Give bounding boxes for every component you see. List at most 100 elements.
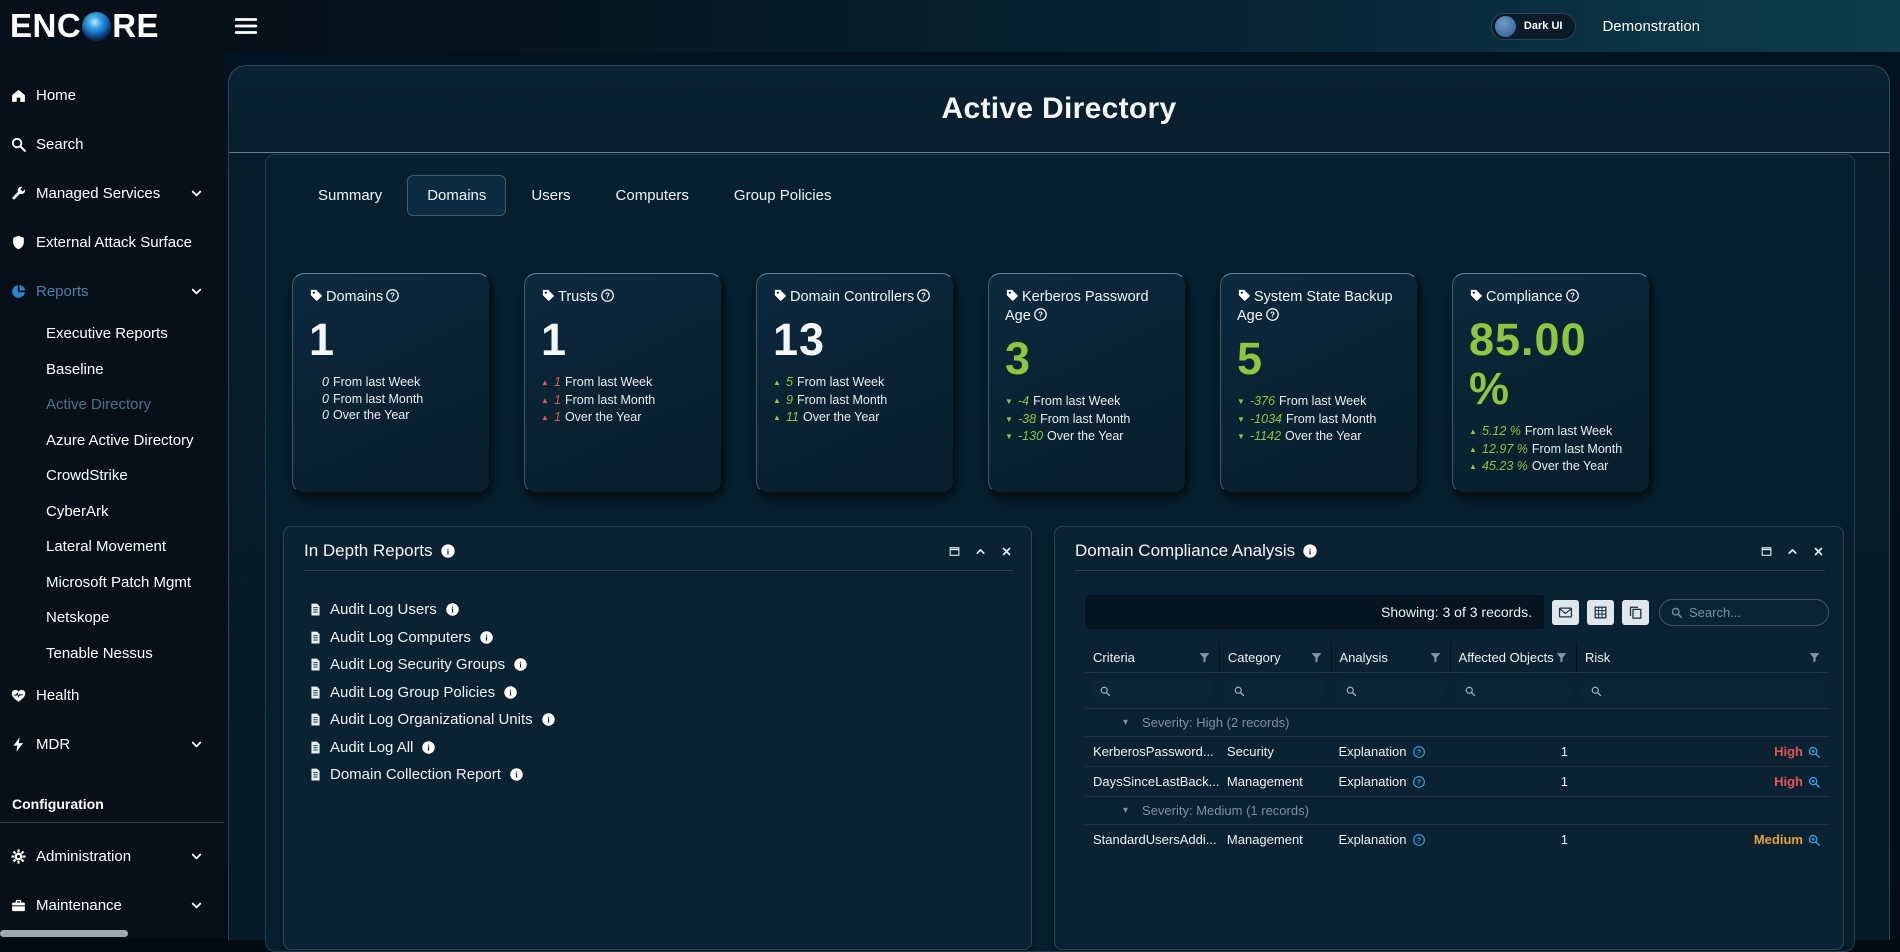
filter-funnel-icon[interactable] (1310, 651, 1323, 664)
menu-icon[interactable] (233, 13, 259, 39)
search-icon (1670, 606, 1683, 619)
copy-button[interactable] (1622, 600, 1649, 625)
tab-users[interactable]: Users (511, 175, 590, 216)
explanation-help-icon[interactable]: ? (1412, 745, 1426, 759)
sidebar-item-label: Home (36, 87, 76, 104)
explanation-help-icon[interactable]: ? (1412, 775, 1426, 789)
report-link-audit-log-organizational-units[interactable]: Audit Log Organizational Units i (308, 706, 1031, 734)
help-circle-icon[interactable]: ? (1565, 288, 1580, 303)
tab-computers[interactable]: Computers (596, 175, 709, 216)
info-icon[interactable]: i (479, 630, 494, 645)
info-icon[interactable]: i (1302, 543, 1318, 559)
sidebar-item-administration[interactable]: Administration (0, 832, 224, 881)
search-input[interactable] (1689, 605, 1818, 620)
zoom-detail-icon[interactable] (1807, 745, 1821, 759)
sidebar-subitem-microsoft-patch-mgmt[interactable]: Microsoft Patch Mgmt (0, 565, 224, 601)
search-icon (1464, 685, 1476, 697)
help-circle-icon[interactable]: ? (385, 288, 400, 303)
column-header-risk[interactable]: Risk (1576, 642, 1829, 672)
column-header-category[interactable]: Category (1219, 642, 1331, 672)
sidebar-item-home[interactable]: Home (0, 71, 224, 120)
help-circle-icon[interactable]: ? (1265, 307, 1280, 322)
tab-group-policies[interactable]: Group Policies (714, 175, 852, 216)
info-icon[interactable]: i (541, 712, 556, 727)
severity-group-row[interactable]: ▾ Severity: High (2 records) (1085, 708, 1829, 736)
column-filter-input[interactable] (1581, 678, 1824, 704)
table-row[interactable]: StandardUsersAddi... Management Explanat… (1085, 824, 1829, 854)
analysis-link[interactable]: Explanation (1339, 832, 1407, 847)
filter-funnel-icon[interactable] (1429, 651, 1442, 664)
report-link-audit-log-group-policies[interactable]: Audit Log Group Policies i (308, 679, 1031, 707)
sidebar-subitem-lateral-movement[interactable]: Lateral Movement (0, 529, 224, 565)
sidebar-subitem-azure-active-directory[interactable]: Azure Active Directory (0, 423, 224, 459)
sidebar-subitem-tenable-nessus[interactable]: Tenable Nessus (0, 636, 224, 672)
close-icon[interactable] (1000, 545, 1013, 558)
logo[interactable]: ENC RE (0, 0, 224, 52)
help-circle-icon[interactable]: ? (600, 288, 615, 303)
info-icon[interactable]: i (440, 543, 456, 559)
info-icon[interactable]: i (503, 685, 518, 700)
sidebar-subitem-executive-reports[interactable]: Executive Reports (0, 316, 224, 352)
analysis-link[interactable]: Explanation (1339, 744, 1407, 759)
column-header-affected-objects[interactable]: Affected Objects (1450, 642, 1576, 672)
filter-funnel-icon[interactable] (1555, 651, 1568, 664)
column-header-analysis[interactable]: Analysis (1331, 642, 1450, 672)
report-link-domain-collection-report[interactable]: Domain Collection Report i (308, 761, 1031, 789)
domain-compliance-panel: Domain Compliance Analysis i (1054, 526, 1844, 950)
tab-domains[interactable]: Domains (407, 175, 506, 216)
document-icon (308, 630, 323, 645)
table-row[interactable]: DaysSinceLastBack... Management Explanat… (1085, 766, 1829, 796)
info-icon[interactable]: i (421, 740, 436, 755)
report-link-audit-log-users[interactable]: Audit Log Users i (308, 596, 1031, 624)
export-button[interactable] (1587, 600, 1614, 625)
sidebar-item-maintenance[interactable]: Maintenance (0, 881, 224, 930)
expand-window-icon[interactable] (1760, 545, 1773, 558)
table-search[interactable] (1659, 599, 1829, 626)
severity-group-row[interactable]: ▾ Severity: Medium (1 records) (1085, 796, 1829, 824)
email-button[interactable] (1552, 600, 1579, 625)
dark-ui-toggle[interactable]: Dark UI (1491, 13, 1577, 40)
sidebar-subitem-active-directory[interactable]: Active Directory (0, 387, 224, 423)
sidebar-item-search[interactable]: Search (0, 120, 224, 169)
sidebar-subitem-baseline[interactable]: Baseline (0, 352, 224, 388)
expand-window-icon[interactable] (948, 545, 961, 558)
help-circle-icon[interactable]: ? (916, 288, 931, 303)
table-row[interactable]: KerberosPassword... Security Explanation… (1085, 736, 1829, 766)
explanation-help-icon[interactable]: ? (1412, 833, 1426, 847)
horizontal-scrollbar-thumb[interactable] (0, 930, 128, 937)
close-icon[interactable] (1812, 545, 1825, 558)
collapse-chevron-icon[interactable] (974, 545, 987, 558)
info-icon[interactable]: i (509, 767, 524, 782)
user-name[interactable]: Demonstration (1602, 18, 1700, 35)
column-filter-input[interactable] (1336, 678, 1445, 704)
filter-funnel-icon[interactable] (1198, 651, 1211, 664)
svg-text:?: ? (1038, 310, 1043, 319)
filter-funnel-icon[interactable] (1808, 651, 1821, 664)
report-link-label: Audit Log Group Policies (330, 684, 495, 701)
column-filter-input[interactable] (1090, 678, 1214, 704)
column-header-criteria[interactable]: Criteria (1085, 642, 1219, 672)
report-link-audit-log-security-groups[interactable]: Audit Log Security Groups i (308, 651, 1031, 679)
column-filter-input[interactable] (1455, 678, 1571, 704)
sidebar-subitem-netskope[interactable]: Netskope (0, 600, 224, 636)
analysis-link[interactable]: Explanation (1339, 774, 1407, 789)
sidebar-item-external-attack-surface[interactable]: External Attack Surface (0, 218, 224, 267)
sidebar-subitem-crowdstrike[interactable]: CrowdStrike (0, 458, 224, 494)
report-link-audit-log-all[interactable]: Audit Log All i (308, 734, 1031, 762)
column-filter-input[interactable] (1224, 678, 1326, 704)
zoom-detail-icon[interactable] (1807, 833, 1821, 847)
sidebar-item-reports[interactable]: Reports (0, 267, 224, 316)
tag-icon (309, 288, 324, 303)
sidebar-item-mdr[interactable]: MDR (0, 720, 224, 769)
collapse-chevron-icon[interactable] (1786, 545, 1799, 558)
sidebar-item-managed-services[interactable]: Managed Services (0, 169, 224, 218)
sidebar-subitem-cyberark[interactable]: CyberArk (0, 494, 224, 530)
tab-summary[interactable]: Summary (298, 175, 402, 216)
info-icon[interactable]: i (445, 602, 460, 617)
zoom-detail-icon[interactable] (1807, 775, 1821, 789)
trend-delta: -1142 (1250, 429, 1281, 443)
help-circle-icon[interactable]: ? (1033, 307, 1048, 322)
report-link-audit-log-computers[interactable]: Audit Log Computers i (308, 624, 1031, 652)
sidebar-item-health[interactable]: Health (0, 671, 224, 720)
info-icon[interactable]: i (513, 657, 528, 672)
